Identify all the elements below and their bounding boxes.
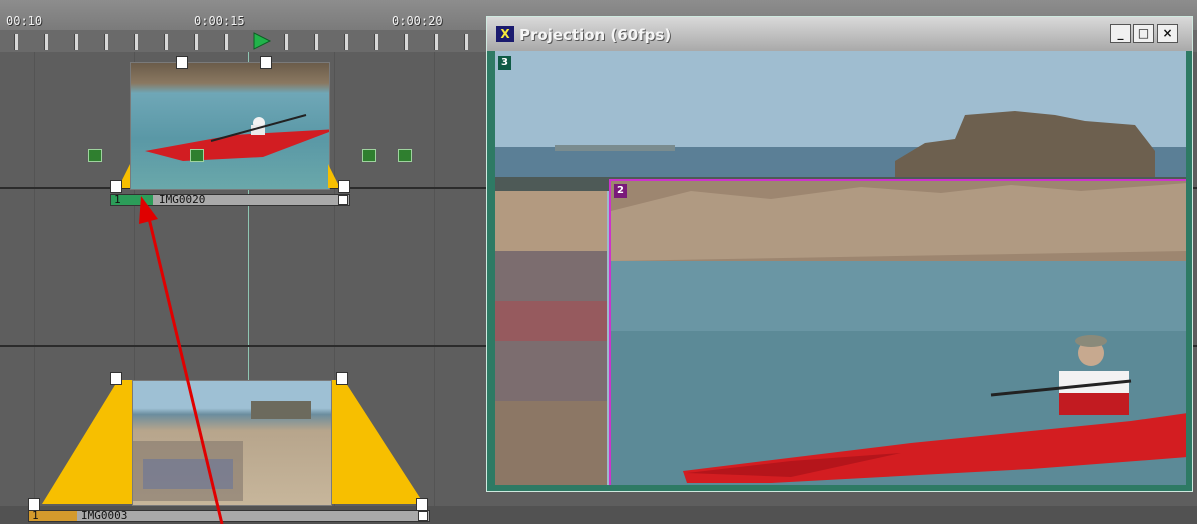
layer-badge: 3 [498, 56, 511, 70]
window-title: Projection (60fps) [519, 26, 672, 44]
ruler-tick [104, 34, 108, 50]
kayak-layer-image [611, 181, 1186, 485]
close-button[interactable]: × [1157, 24, 1178, 43]
playhead-play-icon[interactable] [252, 31, 272, 51]
ruler-tick [314, 34, 318, 50]
beach-thumbnail-image [133, 401, 311, 501]
projection-canvas[interactable]: 3 2 [495, 51, 1186, 485]
maximize-button[interactable]: □ [1133, 24, 1154, 43]
ruler-tick [14, 34, 18, 50]
keyframe-handle[interactable] [176, 56, 188, 69]
clip-name: IMG0020 [159, 193, 206, 206]
clip-end-handle[interactable] [336, 372, 348, 385]
clip-start-handle[interactable] [110, 180, 122, 193]
clip-name: IMG0003 [81, 509, 128, 522]
clip-end-icon[interactable] [338, 195, 348, 205]
ruler-label: 00:10 [6, 14, 43, 28]
ruler-tick [404, 34, 408, 50]
ruler-tick [374, 34, 378, 50]
clip-start-marker: 1 [114, 193, 121, 206]
keyframe-handle[interactable] [260, 56, 272, 69]
projection-window[interactable]: X Projection (60fps) _ □ × 3 2 [487, 17, 1192, 491]
effect-marker-icon[interactable] [190, 149, 204, 162]
ruler-tick [224, 34, 228, 50]
ruler-tick [434, 34, 438, 50]
clip-track-1[interactable]: 1 IMG0020 [110, 56, 350, 216]
pip-layer[interactable]: 2 [609, 179, 1186, 485]
layer-badge: 2 [614, 184, 627, 198]
ruler-tick [164, 34, 168, 50]
ruler-label: 0:00:15 [194, 14, 245, 28]
projection-title-bar[interactable]: X Projection (60fps) _ □ × [487, 17, 1192, 51]
clip-bar[interactable]: 1 IMG0020 [110, 193, 350, 206]
clip-track-2[interactable]: 1 IMG0003 [28, 372, 438, 524]
ruler-tick [74, 34, 78, 50]
app-icon: X [496, 26, 514, 42]
ruler-tick [284, 34, 288, 50]
effect-marker-icon[interactable] [362, 149, 376, 162]
effect-marker-icon[interactable] [88, 149, 102, 162]
clip-bar[interactable]: 1 IMG0003 [28, 509, 430, 522]
ruler-tick [464, 34, 468, 50]
ruler-tick [194, 34, 198, 50]
minimize-button[interactable]: _ [1110, 24, 1131, 43]
ruler-tick [344, 34, 348, 50]
ruler-label: 0:00:20 [392, 14, 443, 28]
clip-end-icon[interactable] [418, 511, 428, 521]
clip-thumbnail[interactable] [132, 380, 332, 506]
clip-start-marker: 1 [32, 509, 39, 522]
clip-fade-shapes [118, 164, 340, 188]
clip-end-handle[interactable] [338, 180, 350, 193]
effect-marker-icon[interactable] [398, 149, 412, 162]
clip-start-handle[interactable] [110, 372, 122, 385]
ruler-tick [44, 34, 48, 50]
ruler-tick [134, 34, 138, 50]
